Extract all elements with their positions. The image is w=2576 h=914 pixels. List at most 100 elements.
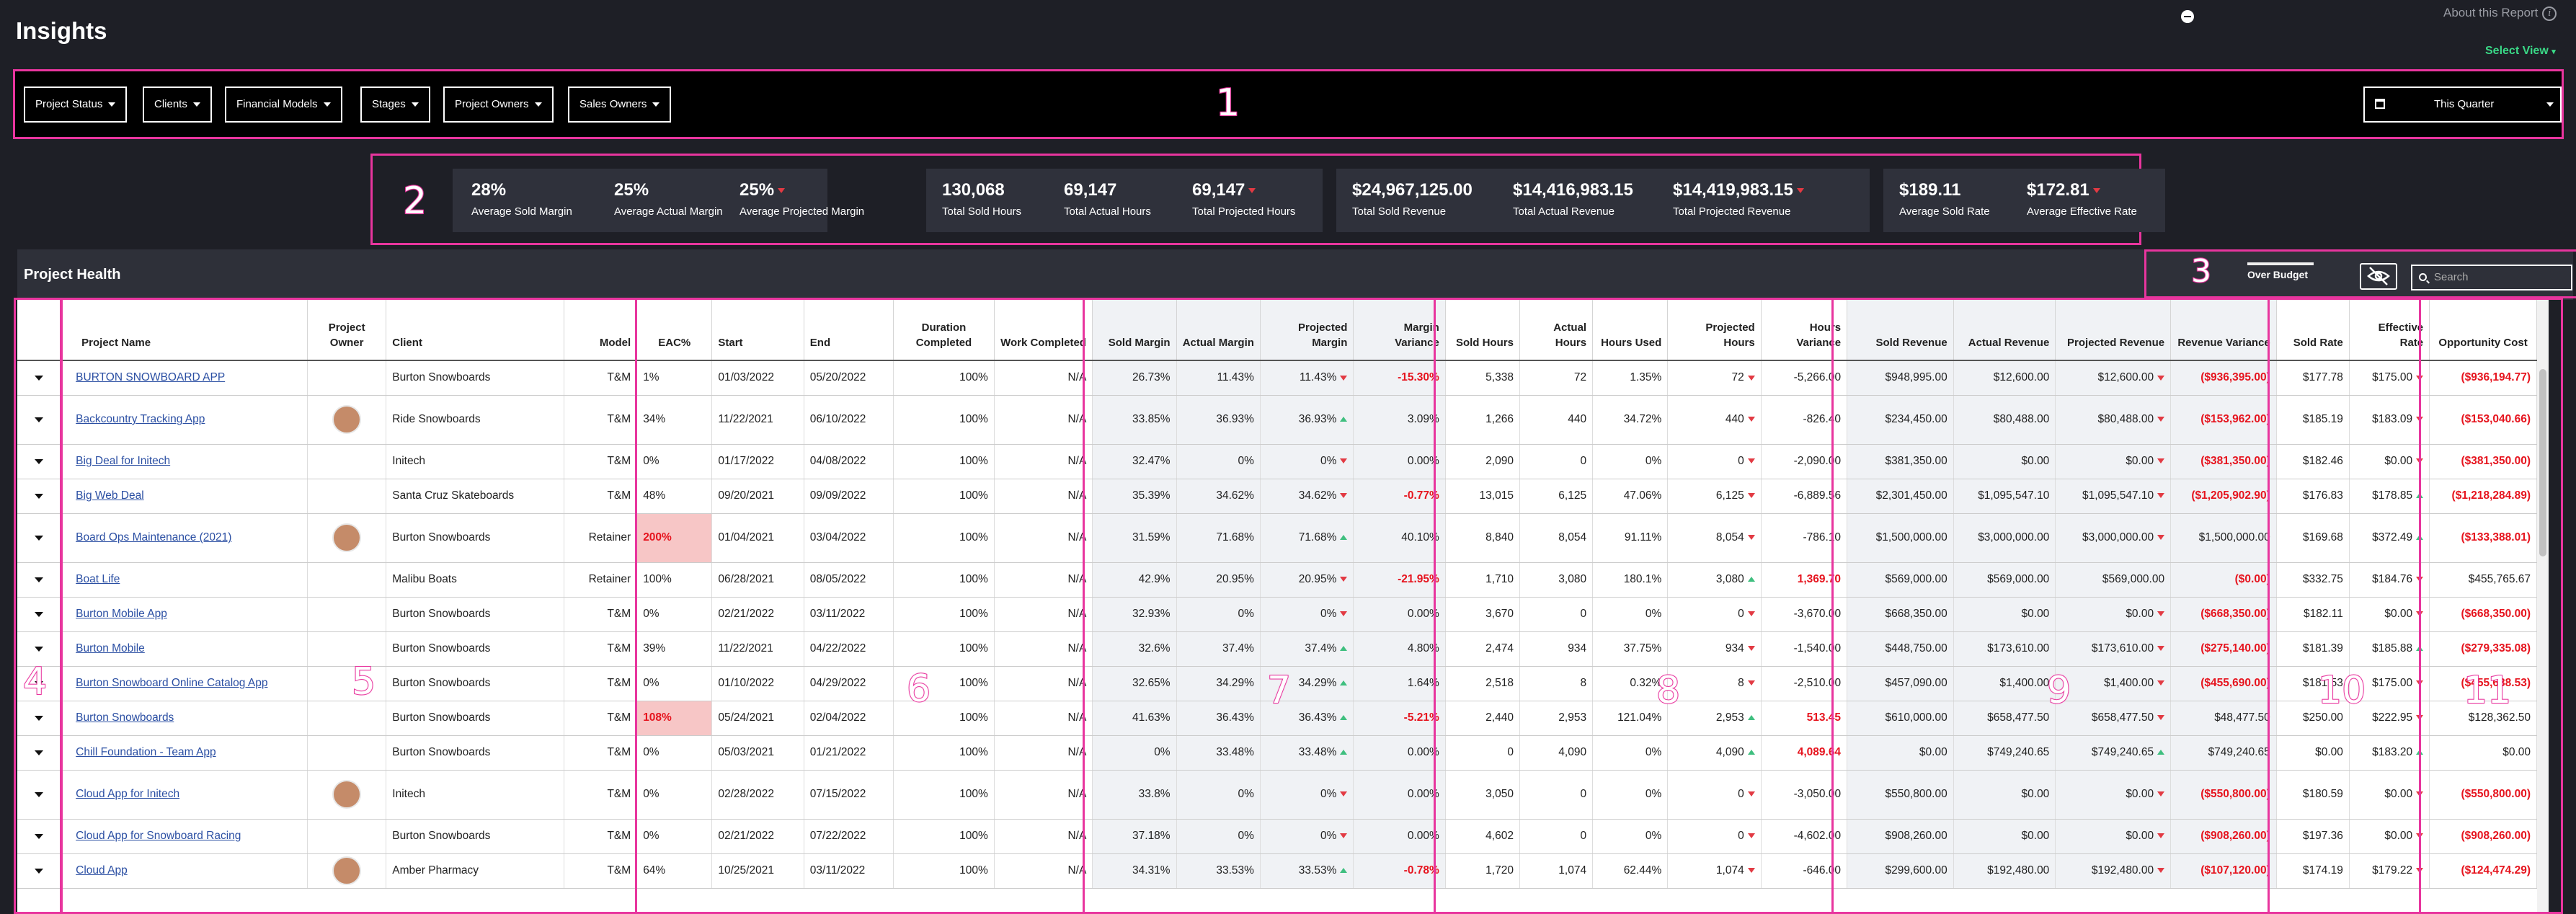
project-name-link[interactable]: Burton Mobile App <box>61 597 308 632</box>
column-header[interactable]: Project Name <box>61 300 308 361</box>
table-row[interactable]: Backcountry Tracking App Ride Snowboards T… <box>17 395 2537 445</box>
column-header[interactable]: Revenue Variance <box>2170 300 2277 361</box>
column-header[interactable]: Sold Revenue <box>1847 300 1954 361</box>
expand-row-icon[interactable] <box>35 417 44 422</box>
row-toggle-cell[interactable] <box>17 513 62 563</box>
column-header[interactable]: Effective Rate <box>2349 300 2430 361</box>
row-toggle-cell[interactable] <box>17 735 62 771</box>
column-header[interactable]: Sold Rate <box>2276 300 2350 361</box>
column-header[interactable]: Duration Completed <box>893 300 995 361</box>
table-row[interactable]: Big Deal for Initech Initech T&M 0% 01/17/20… <box>17 444 2537 479</box>
project-name-link[interactable]: Big Deal for Initech <box>61 444 308 479</box>
row-toggle-cell[interactable] <box>17 562 62 598</box>
expand-row-icon[interactable] <box>35 459 44 464</box>
row-toggle-cell[interactable] <box>17 360 62 396</box>
expand-row-icon[interactable] <box>35 834 44 839</box>
table-row[interactable]: Cloud App for Snowboard Racing Burton Sno… <box>17 819 2537 854</box>
erate-value: $372.49 <box>2372 531 2413 543</box>
expand-row-icon[interactable] <box>35 536 44 541</box>
minimize-icon[interactable] <box>2181 10 2194 23</box>
search-icon <box>2419 273 2427 281</box>
table-row[interactable]: Cloud App Amber Pharmacy T&M 64% 10/25/2021 0… <box>17 853 2537 889</box>
column-header[interactable]: Hours Used <box>1592 300 1669 361</box>
column-header[interactable]: Work Completed <box>994 300 1093 361</box>
column-header[interactable]: Projected Revenue <box>2055 300 2172 361</box>
project-name-link[interactable]: Cloud App for Snowboard Racing <box>61 819 308 854</box>
row-toggle-cell[interactable] <box>17 444 62 479</box>
column-header[interactable]: Actual Margin <box>1176 300 1261 361</box>
date-range-picker[interactable]: This Quarter <box>2363 86 2562 123</box>
phours-value: 6,125 <box>1715 489 1744 502</box>
table-row[interactable]: Big Web Deal Santa Cruz Skateboards T&M 48%… <box>17 479 2537 514</box>
over-budget-toggle[interactable]: Over Budget <box>2247 262 2314 280</box>
about-report-link[interactable]: About this Report i <box>2443 6 2557 21</box>
table-row[interactable]: Boat Life Malibu Boats Retainer 100% 06/28/2… <box>17 562 2537 598</box>
expand-row-icon[interactable] <box>35 494 44 499</box>
row-toggle-cell[interactable] <box>17 853 62 889</box>
project-name-link[interactable]: Boat Life <box>61 562 308 598</box>
filter-sales-owners[interactable]: Sales Owners <box>568 86 672 123</box>
filter-project-owners[interactable]: Project Owners <box>443 86 554 123</box>
row-toggle-cell[interactable] <box>17 395 62 445</box>
column-header[interactable]: Opportunity Cost <box>2429 300 2537 361</box>
column-header[interactable]: Project Owner <box>307 300 387 361</box>
scrollbar-thumb[interactable] <box>2539 369 2546 556</box>
hide-columns-button[interactable] <box>2360 263 2397 290</box>
column-header[interactable]: Start <box>711 300 804 361</box>
column-header[interactable]: Actual Revenue <box>1953 300 2056 361</box>
expand-row-icon[interactable] <box>35 750 44 755</box>
phours-value: 0 <box>1738 455 1744 467</box>
filter-financial-models[interactable]: Financial Models <box>225 86 342 123</box>
trend-down-icon <box>1340 833 1348 839</box>
filter-project-status[interactable]: Project Status <box>24 86 128 123</box>
table-row[interactable]: Chill Foundation - Team App Burton Snowbo… <box>17 735 2537 771</box>
project-name-link[interactable]: BURTON SNOWBOARD APP <box>61 360 308 396</box>
column-header[interactable]: Hours Variance <box>1761 300 1848 361</box>
project-name-link[interactable]: Burton Mobile <box>61 631 308 667</box>
column-header[interactable]: End <box>804 300 894 361</box>
column-header[interactable]: Client <box>386 300 565 361</box>
expand-row-icon[interactable] <box>35 647 44 652</box>
expand-row-icon[interactable] <box>35 612 44 617</box>
column-header[interactable]: Sold Margin <box>1092 300 1177 361</box>
select-view-dropdown[interactable]: Select View ▾ <box>2485 45 2556 58</box>
row-toggle-cell[interactable] <box>17 819 62 854</box>
row-toggle-cell[interactable] <box>17 701 62 736</box>
column-header[interactable]: Projected Hours <box>1667 300 1762 361</box>
row-toggle-cell[interactable] <box>17 479 62 514</box>
project-name-link[interactable]: Big Web Deal <box>61 479 308 514</box>
filter-clients[interactable]: Clients <box>143 86 212 123</box>
column-header[interactable]: Sold Hours <box>1445 300 1520 361</box>
table-row[interactable]: Burton Mobile Burton Snowboards T&M 39% 11/2… <box>17 631 2537 667</box>
expand-row-icon[interactable] <box>35 376 44 381</box>
project-name-link[interactable]: Burton Snowboard Online Catalog App <box>61 666 308 701</box>
prev-value: $80,488.00 <box>2097 413 2154 425</box>
column-header[interactable]: Actual Hours <box>1519 300 1594 361</box>
expand-row-icon[interactable] <box>35 792 44 797</box>
expand-row-icon[interactable] <box>35 577 44 582</box>
table-row[interactable]: Board Ops Maintenance (2021) Burton Snowb… <box>17 513 2537 563</box>
row-toggle-cell[interactable] <box>17 597 62 632</box>
project-name-link[interactable]: Cloud App <box>61 853 308 889</box>
column-header[interactable]: Margin Variance <box>1353 300 1446 361</box>
search-input[interactable]: Search <box>2411 265 2572 290</box>
vertical-scrollbar[interactable] <box>2537 300 2549 914</box>
column-header[interactable]: EAC% <box>636 300 713 361</box>
column-header[interactable]: Model <box>564 300 638 361</box>
project-name-link[interactable]: Cloud App for Initech <box>61 770 308 820</box>
kpi-label: Average Sold Rate <box>1899 205 1990 218</box>
table-row[interactable]: Cloud App for Initech Initech T&M 0% 02/28/2… <box>17 770 2537 820</box>
project-name-link[interactable]: Chill Foundation - Team App <box>61 735 308 771</box>
project-name-link[interactable]: Burton Snowboards <box>61 701 308 736</box>
row-toggle-cell[interactable] <box>17 770 62 820</box>
project-name-link[interactable]: Board Ops Maintenance (2021) <box>61 513 308 563</box>
expand-row-icon[interactable] <box>35 716 44 721</box>
expand-row-icon[interactable] <box>35 869 44 874</box>
arev-value: $12,600.00 <box>1993 371 2050 384</box>
column-header[interactable]: Projected Margin <box>1260 300 1354 361</box>
table-row[interactable]: Burton Mobile App Burton Snowboards T&M 0% 0… <box>17 597 2537 632</box>
table-row[interactable]: BURTON SNOWBOARD APP Burton Snowboards T&M… <box>17 360 2537 396</box>
project-name-link[interactable]: Backcountry Tracking App <box>61 395 308 445</box>
filter-stages[interactable]: Stages <box>360 86 430 123</box>
amargin-cell: 37.4% <box>1176 631 1261 667</box>
